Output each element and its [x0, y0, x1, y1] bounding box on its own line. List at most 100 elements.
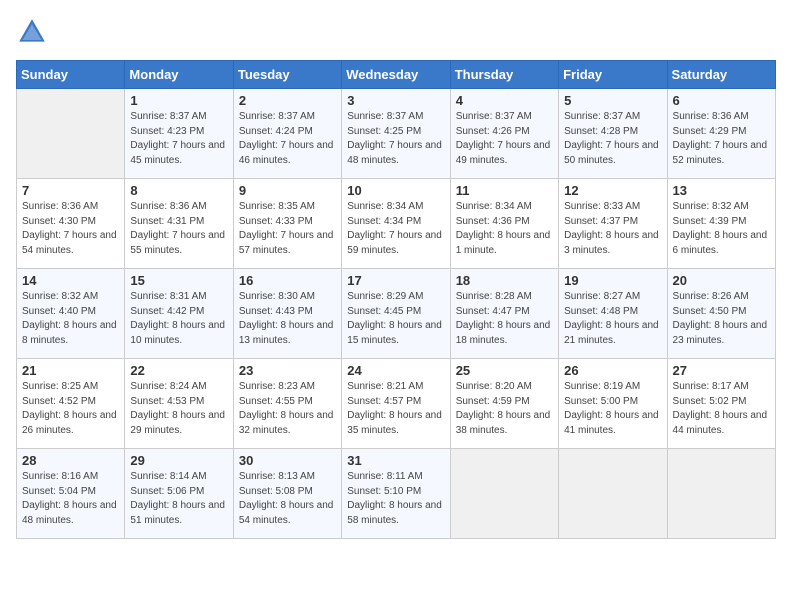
day-number: 30 [239, 453, 336, 468]
week-row-4: 21Sunrise: 8:25 AMSunset: 4:52 PMDayligh… [17, 359, 776, 449]
calendar-cell: 8 Sunrise: 8:36 AMSunset: 4:31 PMDaylight… [125, 179, 233, 269]
week-row-2: 7 Sunrise: 8:36 AMSunset: 4:30 PMDaylight… [17, 179, 776, 269]
day-number: 29 [130, 453, 227, 468]
cell-info: Sunrise: 8:34 AMSunset: 4:34 PMDaylight:… [347, 200, 444, 258]
calendar-body: 1 Sunrise: 8:37 AMSunset: 4:23 PMDaylight… [17, 89, 776, 539]
calendar-cell: 11 Sunrise: 8:34 AMSunset: 4:36 PMDayligh… [450, 179, 558, 269]
day-number: 22 [130, 363, 227, 378]
header-day-thursday: Thursday [450, 61, 558, 89]
cell-info: Sunrise: 8:28 AMSunset: 4:47 PMDaylight:… [456, 290, 553, 348]
cell-info: Sunrise: 8:32 AMSunset: 4:40 PMDaylight:… [22, 290, 119, 348]
calendar-cell: 24Sunrise: 8:21 AMSunset: 4:57 PMDayligh… [342, 359, 450, 449]
day-number: 9 [239, 183, 336, 198]
calendar-cell [667, 449, 775, 539]
day-number: 20 [673, 273, 770, 288]
week-row-1: 1 Sunrise: 8:37 AMSunset: 4:23 PMDaylight… [17, 89, 776, 179]
calendar-table: SundayMondayTuesdayWednesdayThursdayFrid… [16, 60, 776, 539]
day-number: 27 [673, 363, 770, 378]
cell-info: Sunrise: 8:36 AMSunset: 4:29 PMDaylight:… [673, 110, 770, 168]
calendar-cell: 31Sunrise: 8:11 AMSunset: 5:10 PMDayligh… [342, 449, 450, 539]
calendar-cell: 1 Sunrise: 8:37 AMSunset: 4:23 PMDaylight… [125, 89, 233, 179]
calendar-cell: 7 Sunrise: 8:36 AMSunset: 4:30 PMDaylight… [17, 179, 125, 269]
cell-info: Sunrise: 8:14 AMSunset: 5:06 PMDaylight:… [130, 470, 227, 528]
calendar-cell: 5 Sunrise: 8:37 AMSunset: 4:28 PMDaylight… [559, 89, 667, 179]
calendar-cell: 22 Sunrise: 8:24 AMSunset: 4:53 PMDayligh… [125, 359, 233, 449]
cell-info: Sunrise: 8:26 AMSunset: 4:50 PMDaylight:… [673, 290, 770, 348]
cell-info: Sunrise: 8:32 AMSunset: 4:39 PMDaylight:… [673, 200, 770, 258]
day-number: 1 [130, 93, 227, 108]
day-number: 19 [564, 273, 661, 288]
calendar-cell: 25Sunrise: 8:20 AMSunset: 4:59 PMDayligh… [450, 359, 558, 449]
calendar-cell: 21Sunrise: 8:25 AMSunset: 4:52 PMDayligh… [17, 359, 125, 449]
cell-info: Sunrise: 8:19 AMSunset: 5:00 PMDaylight:… [564, 380, 661, 438]
calendar-cell: 10Sunrise: 8:34 AMSunset: 4:34 PMDayligh… [342, 179, 450, 269]
day-number: 16 [239, 273, 336, 288]
header-day-tuesday: Tuesday [233, 61, 341, 89]
cell-info: Sunrise: 8:37 AMSunset: 4:23 PMDaylight:… [130, 110, 227, 168]
day-number: 8 [130, 183, 227, 198]
cell-info: Sunrise: 8:37 AMSunset: 4:24 PMDaylight:… [239, 110, 336, 168]
calendar-cell: 29 Sunrise: 8:14 AMSunset: 5:06 PMDayligh… [125, 449, 233, 539]
calendar-cell: 2 Sunrise: 8:37 AMSunset: 4:24 PMDaylight… [233, 89, 341, 179]
header-day-friday: Friday [559, 61, 667, 89]
cell-info: Sunrise: 8:36 AMSunset: 4:30 PMDaylight:… [22, 200, 119, 258]
day-number: 14 [22, 273, 119, 288]
cell-info: Sunrise: 8:31 AMSunset: 4:42 PMDaylight:… [130, 290, 227, 348]
day-number: 15 [130, 273, 227, 288]
day-number: 18 [456, 273, 553, 288]
day-number: 26 [564, 363, 661, 378]
calendar-cell: 30 Sunrise: 8:13 AMSunset: 5:08 PMDayligh… [233, 449, 341, 539]
calendar-cell: 16 Sunrise: 8:30 AMSunset: 4:43 PMDayligh… [233, 269, 341, 359]
day-number: 21 [22, 363, 119, 378]
cell-info: Sunrise: 8:35 AMSunset: 4:33 PMDaylight:… [239, 200, 336, 258]
calendar-cell: 26 Sunrise: 8:19 AMSunset: 5:00 PMDayligh… [559, 359, 667, 449]
cell-info: Sunrise: 8:17 AMSunset: 5:02 PMDaylight:… [673, 380, 770, 438]
day-number: 12 [564, 183, 661, 198]
day-number: 3 [347, 93, 444, 108]
header-day-sunday: Sunday [17, 61, 125, 89]
calendar-cell: 28Sunrise: 8:16 AMSunset: 5:04 PMDayligh… [17, 449, 125, 539]
calendar-cell: 13Sunrise: 8:32 AMSunset: 4:39 PMDayligh… [667, 179, 775, 269]
cell-info: Sunrise: 8:24 AMSunset: 4:53 PMDaylight:… [130, 380, 227, 438]
cell-info: Sunrise: 8:13 AMSunset: 5:08 PMDaylight:… [239, 470, 336, 528]
cell-info: Sunrise: 8:29 AMSunset: 4:45 PMDaylight:… [347, 290, 444, 348]
day-number: 6 [673, 93, 770, 108]
calendar-cell [17, 89, 125, 179]
day-number: 31 [347, 453, 444, 468]
day-number: 28 [22, 453, 119, 468]
calendar-cell: 14 Sunrise: 8:32 AMSunset: 4:40 PMDayligh… [17, 269, 125, 359]
calendar-header: SundayMondayTuesdayWednesdayThursdayFrid… [17, 61, 776, 89]
calendar-cell [559, 449, 667, 539]
week-row-5: 28Sunrise: 8:16 AMSunset: 5:04 PMDayligh… [17, 449, 776, 539]
calendar-cell: 6 Sunrise: 8:36 AMSunset: 4:29 PMDaylight… [667, 89, 775, 179]
day-number: 2 [239, 93, 336, 108]
calendar-cell: 20 Sunrise: 8:26 AMSunset: 4:50 PMDayligh… [667, 269, 775, 359]
calendar-cell [450, 449, 558, 539]
cell-info: Sunrise: 8:30 AMSunset: 4:43 PMDaylight:… [239, 290, 336, 348]
cell-info: Sunrise: 8:36 AMSunset: 4:31 PMDaylight:… [130, 200, 227, 258]
logo-icon [16, 16, 48, 48]
calendar-cell: 17Sunrise: 8:29 AMSunset: 4:45 PMDayligh… [342, 269, 450, 359]
cell-info: Sunrise: 8:27 AMSunset: 4:48 PMDaylight:… [564, 290, 661, 348]
header-day-monday: Monday [125, 61, 233, 89]
cell-info: Sunrise: 8:20 AMSunset: 4:59 PMDaylight:… [456, 380, 553, 438]
day-number: 11 [456, 183, 553, 198]
calendar-cell: 18 Sunrise: 8:28 AMSunset: 4:47 PMDayligh… [450, 269, 558, 359]
calendar-cell: 23Sunrise: 8:23 AMSunset: 4:55 PMDayligh… [233, 359, 341, 449]
calendar-cell: 19 Sunrise: 8:27 AMSunset: 4:48 PMDayligh… [559, 269, 667, 359]
cell-info: Sunrise: 8:37 AMSunset: 4:28 PMDaylight:… [564, 110, 661, 168]
week-row-3: 14 Sunrise: 8:32 AMSunset: 4:40 PMDayligh… [17, 269, 776, 359]
cell-info: Sunrise: 8:21 AMSunset: 4:57 PMDaylight:… [347, 380, 444, 438]
cell-info: Sunrise: 8:37 AMSunset: 4:25 PMDaylight:… [347, 110, 444, 168]
calendar-cell: 15 Sunrise: 8:31 AMSunset: 4:42 PMDayligh… [125, 269, 233, 359]
day-number: 23 [239, 363, 336, 378]
day-number: 5 [564, 93, 661, 108]
logo [16, 16, 52, 48]
day-number: 7 [22, 183, 119, 198]
header-row: SundayMondayTuesdayWednesdayThursdayFrid… [17, 61, 776, 89]
page-header [16, 16, 776, 48]
header-day-wednesday: Wednesday [342, 61, 450, 89]
calendar-cell: 9 Sunrise: 8:35 AMSunset: 4:33 PMDaylight… [233, 179, 341, 269]
header-day-saturday: Saturday [667, 61, 775, 89]
cell-info: Sunrise: 8:34 AMSunset: 4:36 PMDaylight:… [456, 200, 553, 258]
